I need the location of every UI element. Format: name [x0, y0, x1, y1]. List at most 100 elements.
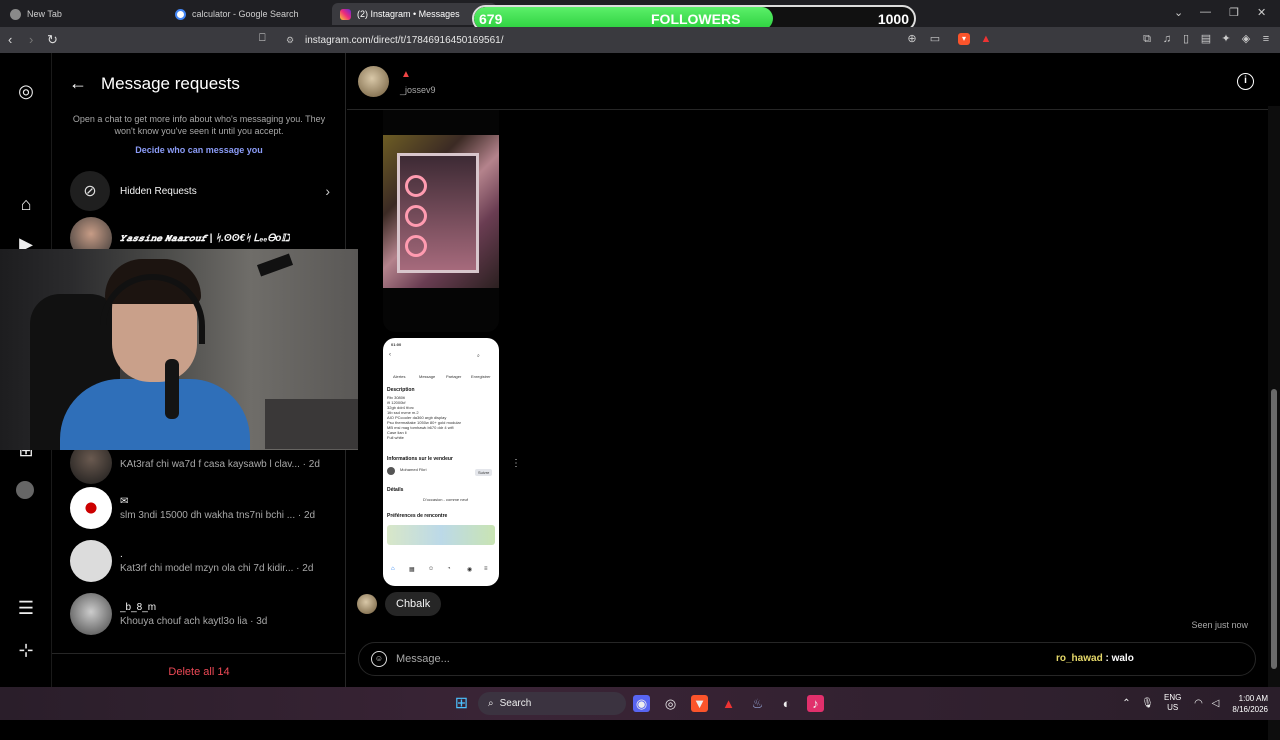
listing-map: [387, 525, 495, 545]
address-bar[interactable]: ⚙ instagram.com/direct/t/178469164501695…: [278, 30, 998, 50]
delete-all-button[interactable]: Delete all 14: [52, 653, 346, 687]
seller-avatar: [387, 467, 395, 475]
tab-new-tab[interactable]: New Tab: [2, 3, 167, 25]
avatar: [70, 487, 112, 529]
listing-friends-icon: ☺: [428, 566, 435, 572]
page-scrollbar[interactable]: [1268, 106, 1280, 740]
home-icon[interactable]: ⌂: [16, 194, 36, 214]
steam-icon[interactable]: ♨: [749, 695, 766, 712]
new-tab-icon: [10, 8, 21, 20]
site-settings-icon[interactable]: ⚙: [286, 35, 294, 46]
webcam-background-shelf: [265, 399, 358, 449]
tray-chevron-icon[interactable]: ⌃: [1118, 695, 1135, 712]
brave-icon[interactable]: ▼: [691, 695, 708, 712]
conversation-preview: Khouya chouf ach kaytl3o lia · 3d: [120, 615, 268, 627]
clock-time: 1:00 AM: [1238, 694, 1268, 703]
start-icon[interactable]: ⊞: [453, 695, 470, 712]
tab-google-search[interactable]: calculator - Google Search: [167, 3, 332, 25]
chevron-right-icon: ›: [325, 183, 330, 199]
avatar[interactable]: [358, 66, 389, 97]
listing-action: Partager: [446, 374, 462, 379]
language-indicator[interactable]: ENG US: [1164, 693, 1181, 713]
back-arrow-icon[interactable]: ←: [69, 73, 87, 94]
emoji-icon[interactable]: ☺: [371, 651, 387, 667]
requests-info-text: Open a chat to get more info about who's…: [72, 114, 326, 136]
listing-action: Enregistrer: [471, 374, 491, 379]
menu-icon[interactable]: ≡: [1260, 33, 1272, 45]
chrome-icon[interactable]: ◎: [662, 695, 679, 712]
followers-current: 679: [479, 11, 503, 27]
webcam-mic-arm: [256, 253, 294, 277]
instagram-logo-icon[interactable]: ◎: [16, 81, 36, 101]
conversation-name: 𝒀𝒂𝒔𝒔𝒊𝒏𝒆 𝑴𝒂𝒂𝒓𝒐𝒖𝒇 | ᛋ.ʘʘ€ᛋ ᏞₑₑᎾᴏ𝕀ℷ: [120, 232, 290, 244]
taskbar-search[interactable]: ⌕ Search: [478, 692, 626, 715]
tiktok-icon[interactable]: ♪: [807, 695, 824, 712]
leo-ai-icon[interactable]: ✦: [1220, 33, 1232, 45]
tab-list-chevron-icon[interactable]: ⌄: [1174, 6, 1183, 19]
stream-chat-user: ro_hawad: [1056, 653, 1103, 664]
webcam-microphone: [165, 359, 179, 419]
sidebar-toggle-icon[interactable]: ▯: [1180, 33, 1192, 45]
scrollbar-thumb[interactable]: [1271, 389, 1277, 669]
shared-screenshot-listing[interactable]: 01:00 ‹ ⌕ Alertes Message Partager Enreg…: [383, 338, 499, 586]
bookmark-icon[interactable]: ⎕: [259, 32, 266, 45]
brave-shields-icon[interactable]: ▾: [958, 33, 970, 45]
list-item[interactable]: . Kat3rf chi model mzyn ola chi 7d kidir…: [70, 538, 340, 584]
volume-icon[interactable]: ◁: [1207, 695, 1224, 712]
also-from-meta-icon[interactable]: ⊹: [16, 640, 36, 660]
extensions-icon[interactable]: ⧉: [1141, 33, 1153, 45]
message-row: Chbalk: [357, 592, 442, 616]
stream-chat-message: ro_hawad : walo: [1056, 653, 1134, 664]
listing-notifications-icon: ◔: [447, 566, 451, 572]
message-input[interactable]: Message...: [396, 653, 450, 665]
hidden-requests-row[interactable]: ⊘ Hidden Requests ›: [70, 171, 330, 211]
cast-icon[interactable]: ▭: [929, 33, 941, 45]
vpn-icon[interactable]: ◈: [1240, 33, 1252, 45]
tab-title: (2) Instagram • Messages: [357, 9, 460, 19]
close-window-icon[interactable]: ✕: [1257, 6, 1266, 19]
clock-date: 8/16/2026: [1232, 705, 1268, 714]
hidden-requests-label: Hidden Requests: [120, 185, 197, 197]
browser-nav-bar: ‹ › ↻ ⎕ ⚙ instagram.com/direct/t/1784691…: [0, 27, 1280, 53]
maximize-icon[interactable]: ❐: [1229, 6, 1239, 19]
message-more-options-icon[interactable]: ⋮: [511, 458, 521, 469]
pc-build-image: [383, 135, 499, 288]
shared-photo-pc[interactable]: [383, 110, 499, 332]
decide-who-can-message-link[interactable]: Decide who can message you: [52, 145, 346, 155]
taskbar-clock[interactable]: 1:00 AM 8/16/2026: [1232, 693, 1268, 715]
followers-label: FOLLOWERS: [651, 11, 741, 27]
back-icon[interactable]: ‹: [8, 32, 12, 47]
wallet-icon[interactable]: ▤: [1200, 33, 1212, 45]
conversation-preview: slm 3ndi 15000 dh wakha tns7ni bchi ... …: [120, 509, 316, 521]
mic-tray-icon[interactable]: 🎙: [1139, 695, 1156, 712]
media-icon[interactable]: ♫: [1161, 33, 1173, 45]
list-item[interactable]: ✉ slm 3ndi 15000 dh wakha tns7ni bchi ..…: [70, 485, 340, 531]
windows-taskbar: ⊞ ⌕ Search ◉ ◎ ▼ ▲ ♨ ◐ ♪ ⌃ 🎙 ENG US ◠ ◁ …: [0, 687, 1280, 720]
listing-meet-title: Préférences de rencontre: [387, 513, 448, 519]
list-item[interactable]: _b_8_m Khouya chouf ach kaytl3o lia · 3d: [70, 591, 340, 637]
listing-seller-name: Mohamed Fikri: [400, 467, 427, 472]
conversation-name: _b_8_m: [120, 601, 157, 613]
listing-marketplace-icon: ▦: [409, 567, 415, 573]
fan-shape: [405, 235, 427, 257]
message-bubble[interactable]: Chbalk: [385, 592, 442, 616]
chat-username[interactable]: _jossev9: [400, 85, 436, 95]
brave-rewards-icon[interactable]: ▲: [980, 33, 992, 45]
forward-icon[interactable]: ›: [29, 32, 33, 47]
profile-avatar[interactable]: [16, 481, 34, 499]
info-icon[interactable]: i: [1237, 73, 1254, 90]
more-menu-icon[interactable]: ☰: [16, 598, 36, 618]
zoom-icon[interactable]: ⊕: [906, 33, 918, 45]
lang-bottom: US: [1167, 703, 1179, 712]
reload-icon[interactable]: ↻: [47, 32, 58, 48]
fan-shape: [405, 205, 427, 227]
listing-details-state: D'occasion - comme neuf: [423, 497, 469, 502]
app-a-icon[interactable]: ▲: [720, 695, 737, 712]
discord-icon[interactable]: ◉: [633, 695, 650, 712]
name-emoji-icon: ▲: [401, 69, 411, 80]
minimize-icon[interactable]: —: [1200, 6, 1211, 18]
obs-icon[interactable]: ◐: [778, 695, 795, 712]
listing-desc-line: Full white: [387, 435, 404, 440]
instagram-favicon-icon: [340, 8, 351, 20]
wifi-icon[interactable]: ◠: [1190, 695, 1207, 712]
